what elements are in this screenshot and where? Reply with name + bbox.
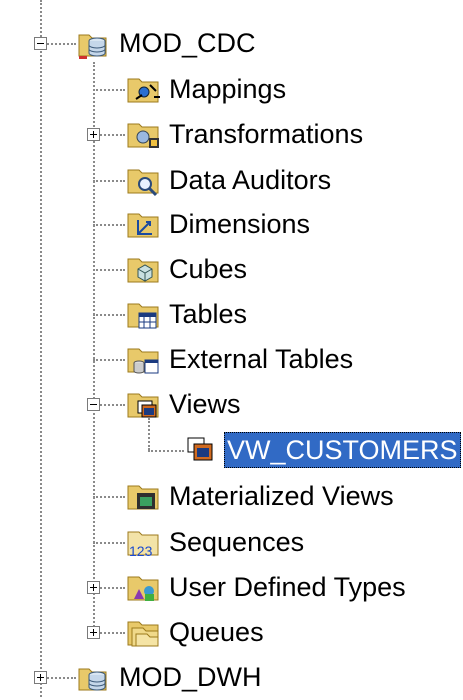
tree-connector bbox=[93, 89, 125, 91]
project-tree: MOD_CDC Mappings Transformations Data Au… bbox=[0, 0, 463, 697]
expand-toggle-queues[interactable] bbox=[87, 626, 100, 639]
tree-node-vw-customers[interactable]: VW_CUSTOMERS bbox=[184, 430, 461, 470]
tree-node-user-defined-types[interactable]: User Defined Types bbox=[126, 567, 409, 607]
tree-node-cubes[interactable]: Cubes bbox=[126, 249, 250, 289]
tree-node-transformations[interactable]: Transformations bbox=[126, 114, 366, 154]
queues-folder-icon bbox=[126, 614, 162, 650]
user-defined-types-folder-icon bbox=[126, 569, 162, 605]
tree-node-label: Cubes bbox=[169, 254, 248, 284]
tree-node-label: Views bbox=[169, 389, 241, 419]
tree-node-external-tables[interactable]: External Tables bbox=[126, 339, 356, 379]
tables-folder-icon bbox=[126, 296, 162, 332]
tree-node-mod-dwh[interactable]: MOD_DWH bbox=[76, 657, 265, 697]
database-module-icon bbox=[76, 25, 112, 61]
tree-node-label: Materialized Views bbox=[169, 481, 394, 511]
tree-connector bbox=[148, 450, 184, 452]
tree-node-label: MOD_CDC bbox=[119, 28, 256, 58]
tree-node-mod-cdc[interactable]: MOD_CDC bbox=[76, 23, 259, 63]
materialized-views-folder-icon bbox=[126, 478, 162, 514]
expand-toggle-mod-dwh[interactable] bbox=[34, 671, 47, 684]
external-tables-folder-icon bbox=[126, 341, 162, 377]
tree-node-label: External Tables bbox=[169, 344, 354, 374]
views-folder-icon bbox=[126, 386, 162, 422]
transformations-folder-icon bbox=[126, 116, 162, 152]
tree-line-mod-cdc bbox=[93, 62, 95, 634]
collapse-toggle-views[interactable] bbox=[87, 398, 100, 411]
tree-node-queues[interactable]: Queues bbox=[126, 612, 267, 652]
tree-connector bbox=[93, 542, 125, 544]
tree-node-label: Sequences bbox=[169, 527, 305, 557]
tree-node-label: Queues bbox=[169, 617, 264, 647]
tree-node-label: VW_CUSTOMERS bbox=[224, 432, 461, 468]
tree-connector bbox=[93, 314, 125, 316]
tree-node-views[interactable]: Views bbox=[126, 384, 244, 424]
tree-node-tables[interactable]: Tables bbox=[126, 294, 250, 334]
view-icon bbox=[184, 432, 220, 468]
mappings-folder-icon bbox=[126, 71, 162, 107]
tree-node-sequences[interactable]: 123 Sequences bbox=[126, 522, 307, 562]
tree-node-mappings[interactable]: Mappings bbox=[126, 69, 289, 109]
sequences-folder-icon: 123 bbox=[126, 524, 162, 560]
collapse-toggle-mod-cdc[interactable] bbox=[34, 37, 47, 50]
cubes-folder-icon bbox=[126, 251, 162, 287]
tree-node-label: Data Auditors bbox=[169, 165, 332, 195]
tree-connector bbox=[93, 269, 125, 271]
data-auditors-folder-icon bbox=[126, 162, 162, 198]
svg-text:123: 123 bbox=[129, 543, 153, 559]
tree-line-root bbox=[40, 0, 42, 697]
tree-node-data-auditors[interactable]: Data Auditors bbox=[126, 160, 334, 200]
tree-connector bbox=[93, 224, 125, 226]
tree-connector bbox=[93, 359, 125, 361]
tree-node-materialized-views[interactable]: Materialized Views bbox=[126, 476, 397, 516]
tree-node-label: Mappings bbox=[169, 74, 287, 104]
tree-node-label: Transformations bbox=[169, 119, 364, 149]
tree-connector bbox=[93, 180, 125, 182]
tree-node-label: Tables bbox=[169, 299, 248, 329]
expand-toggle-transformations[interactable] bbox=[87, 128, 100, 141]
database-module-icon bbox=[76, 659, 112, 695]
tree-node-label: Dimensions bbox=[169, 209, 311, 239]
tree-node-label: MOD_DWH bbox=[119, 662, 262, 692]
dimensions-folder-icon bbox=[126, 206, 162, 242]
tree-connector bbox=[93, 496, 125, 498]
expand-toggle-user-defined-types[interactable] bbox=[87, 581, 100, 594]
tree-node-dimensions[interactable]: Dimensions bbox=[126, 204, 313, 244]
tree-node-label: User Defined Types bbox=[169, 572, 406, 602]
